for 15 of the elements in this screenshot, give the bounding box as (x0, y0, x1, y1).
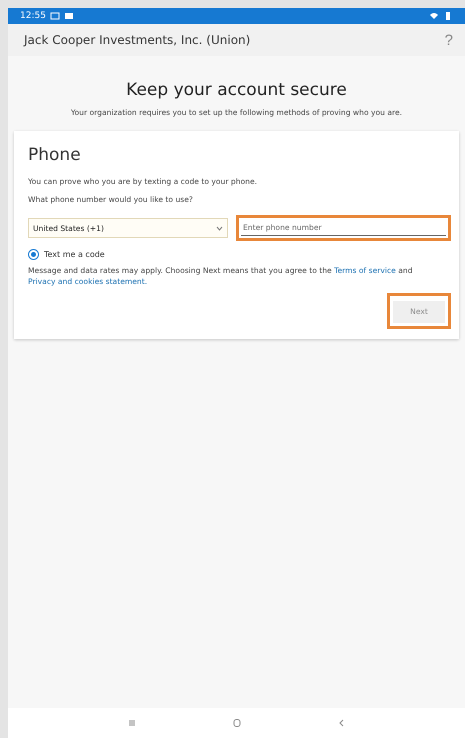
recent-apps-icon[interactable] (126, 718, 136, 728)
page-heading: Keep your account secure (125, 80, 348, 100)
radio-button[interactable] (28, 249, 39, 260)
help-button[interactable]: ? (440, 32, 457, 48)
battery-icon (443, 11, 453, 21)
home-icon[interactable] (232, 718, 242, 728)
card-title: Phone (28, 145, 82, 165)
wifi-icon (429, 11, 439, 21)
radio-option[interactable]: Text me a code (28, 249, 451, 260)
status-time: 12:55 (20, 11, 46, 21)
back-icon[interactable] (336, 718, 346, 728)
image-icon (64, 11, 74, 21)
chevron-down-icon (216, 226, 223, 230)
app-title: Jack Cooper Investments, Inc. (Union) (24, 33, 250, 47)
image-icon (50, 11, 60, 21)
